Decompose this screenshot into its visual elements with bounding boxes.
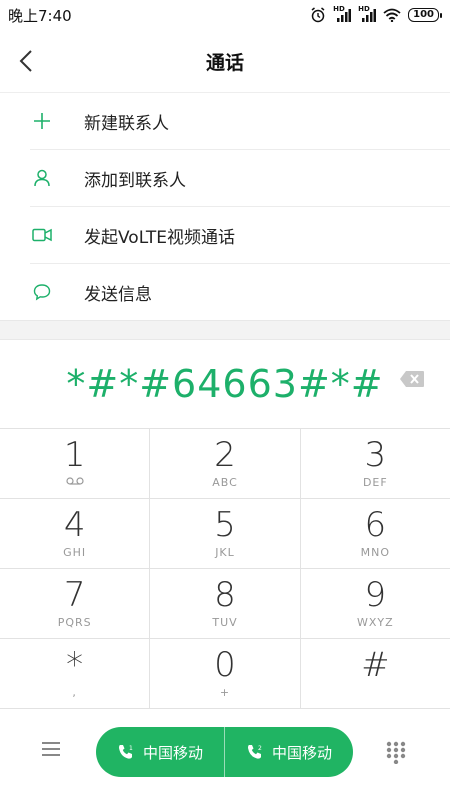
- bottom-bar: 1 中国移动 2 中国移动: [0, 704, 450, 800]
- dialpad-toggle-button[interactable]: [385, 740, 407, 765]
- dial-keypad: 1 2 ABC 3 DEF 4 GHI 5 JKL 6 MNO 7 PQRS 8…: [0, 428, 450, 709]
- wifi-icon: [383, 8, 401, 22]
- phone-sim2-icon: 2: [247, 745, 262, 759]
- key-digit: 1: [63, 435, 86, 475]
- keypad-row: 1 2 ABC 3 DEF: [0, 429, 450, 499]
- volte-video-call-button[interactable]: 发起VoLTE视频通话: [30, 207, 450, 264]
- alarm-icon: [311, 7, 325, 23]
- video-icon: [30, 223, 54, 247]
- page-title: 通话: [205, 51, 244, 74]
- key-letters: JKL: [215, 546, 235, 559]
- dialed-number-display: *#*#64663#*#: [0, 340, 450, 428]
- key-4[interactable]: 4 GHI: [0, 499, 151, 568]
- backspace-icon: [400, 371, 424, 387]
- key-letters: GHI: [63, 546, 87, 559]
- action-label: 添加到联系人: [84, 170, 186, 191]
- key-letters: ABC: [212, 476, 238, 489]
- voicemail-icon: [66, 476, 84, 490]
- key-letters: ,: [72, 686, 77, 699]
- call-buttons: 1 中国移动 2 中国移动: [96, 727, 353, 777]
- signal-1: HD: [333, 5, 352, 23]
- svg-text:1: 1: [129, 745, 133, 752]
- keypad-row: 7 PQRS 8 TUV 9 WXYZ: [0, 569, 450, 639]
- key-0[interactable]: 0 +: [150, 639, 301, 708]
- key-pound[interactable]: #: [301, 639, 450, 708]
- section-divider: [0, 320, 450, 340]
- key-2[interactable]: 2 ABC: [150, 429, 301, 498]
- call-sim1-label: 中国移动: [142, 743, 203, 762]
- key-3[interactable]: 3 DEF: [301, 429, 450, 498]
- message-icon: [30, 280, 54, 304]
- add-to-contact-button[interactable]: 添加到联系人: [30, 150, 450, 207]
- key-star[interactable]: * ,: [0, 639, 151, 708]
- menu-icon: [42, 742, 60, 756]
- key-digit: 7: [63, 575, 86, 615]
- phone-sim1-icon: 1: [118, 745, 133, 759]
- key-digit: *: [66, 645, 84, 685]
- signal-icon: [337, 9, 352, 22]
- back-button[interactable]: [14, 47, 38, 75]
- dialpad-icon: [386, 741, 406, 765]
- person-icon: [30, 166, 54, 190]
- call-sim2-button[interactable]: 2 中国移动: [225, 727, 353, 777]
- dialed-number: *#*#64663#*#: [66, 362, 384, 406]
- key-letters: MNO: [360, 546, 391, 559]
- key-digit: 3: [364, 435, 387, 475]
- key-digit: 2: [214, 435, 236, 475]
- key-digit: 6: [364, 505, 387, 545]
- action-label: 发起VoLTE视频通话: [84, 227, 235, 248]
- action-label: 新建联系人: [84, 113, 169, 134]
- signal-2: HD: [358, 5, 377, 23]
- status-bar: 晚上7:40 HD HD 100: [0, 0, 450, 30]
- battery-level: 100: [408, 8, 439, 22]
- key-digit: #: [361, 645, 390, 685]
- key-letters: PQRS: [57, 616, 92, 629]
- key-digit: 9: [364, 575, 387, 615]
- key-5[interactable]: 5 JKL: [150, 499, 301, 568]
- svg-text:2: 2: [258, 745, 262, 752]
- chevron-left-icon: [19, 50, 32, 72]
- action-label: 发送信息: [84, 284, 152, 305]
- key-7[interactable]: 7 PQRS: [0, 569, 151, 638]
- key-1[interactable]: 1: [0, 429, 151, 498]
- call-sim1-button[interactable]: 1 中国移动: [96, 727, 224, 777]
- status-time: 晚上7:40: [8, 6, 72, 25]
- key-letters: TUV: [212, 616, 238, 629]
- send-message-button[interactable]: 发送信息: [30, 264, 450, 320]
- key-digit: 5: [214, 505, 236, 545]
- status-icons: HD HD 100: [310, 5, 442, 23]
- battery-icon: 100: [408, 8, 442, 22]
- signal-icon: [362, 9, 377, 22]
- key-9[interactable]: 9 WXYZ: [301, 569, 450, 638]
- call-sim2-label: 中国移动: [271, 743, 332, 762]
- key-letters: +: [219, 686, 231, 699]
- key-letters: WXYZ: [356, 616, 394, 629]
- key-digit: 4: [63, 505, 86, 545]
- key-digit: 0: [214, 645, 236, 685]
- key-8[interactable]: 8 TUV: [150, 569, 301, 638]
- new-contact-button[interactable]: 新建联系人: [30, 93, 450, 150]
- key-digit: 8: [214, 575, 236, 615]
- backspace-button[interactable]: [399, 370, 425, 390]
- keypad-row: 4 GHI 5 JKL 6 MNO: [0, 499, 450, 569]
- action-list: 新建联系人 添加到联系人 发起VoLTE视频通话 发送信息: [0, 93, 450, 320]
- key-letters: DEF: [362, 476, 388, 489]
- plus-icon: [30, 109, 54, 133]
- keypad-row: * , 0 + #: [0, 639, 450, 709]
- key-6[interactable]: 6 MNO: [301, 499, 450, 568]
- menu-button[interactable]: [40, 740, 62, 760]
- header: 通话: [0, 30, 450, 93]
